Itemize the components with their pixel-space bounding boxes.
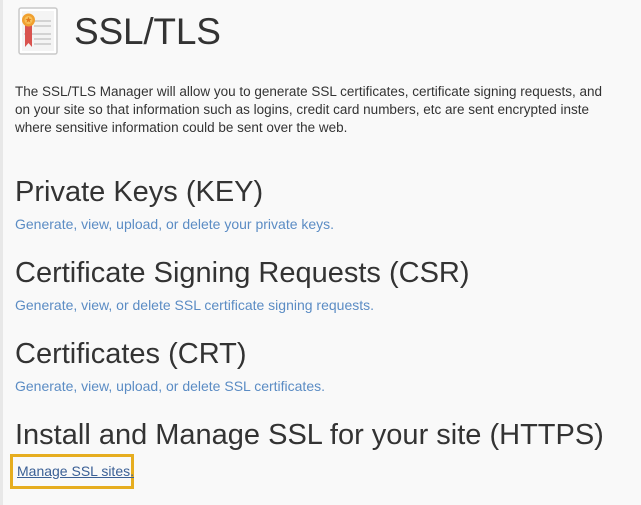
certificate-icon (18, 7, 58, 55)
left-edge-divider (0, 0, 3, 505)
intro-line: on your site so that information such as… (15, 102, 590, 117)
section-private-keys: Private Keys (KEY) Generate, view, uploa… (15, 175, 635, 234)
section-heading-install-ssl: Install and Manage SSL for your site (HT… (15, 419, 604, 451)
page-title: SSL/TLS (74, 10, 221, 52)
page-header: SSL/TLS (18, 5, 221, 57)
section-heading-private-keys: Private Keys (KEY) (15, 176, 264, 208)
intro-line: where sensitive information could be sen… (15, 120, 348, 135)
intro-line: The SSL/TLS Manager will allow you to ge… (15, 84, 603, 99)
section-install-ssl: Install and Manage SSL for your site (HT… (15, 418, 635, 452)
section-heading-csr: Certificate Signing Requests (CSR) (15, 257, 470, 289)
section-heading-crt: Certificates (CRT) (15, 338, 247, 370)
manage-ssl-highlight: Manage SSL sites. (10, 454, 134, 489)
private-keys-link[interactable]: Generate, view, upload, or delete your p… (15, 215, 334, 233)
section-csr: Certificate Signing Requests (CSR) Gener… (15, 256, 635, 315)
intro-description: The SSL/TLS Manager will allow you to ge… (15, 83, 641, 137)
csr-link[interactable]: Generate, view, or delete SSL certificat… (15, 296, 374, 314)
crt-link[interactable]: Generate, view, upload, or delete SSL ce… (15, 377, 325, 395)
section-crt: Certificates (CRT) Generate, view, uploa… (15, 337, 635, 396)
ssl-tls-page: SSL/TLS The SSL/TLS Manager will allow y… (0, 0, 641, 505)
manage-ssl-sites-link[interactable]: Manage SSL sites. (17, 462, 134, 480)
